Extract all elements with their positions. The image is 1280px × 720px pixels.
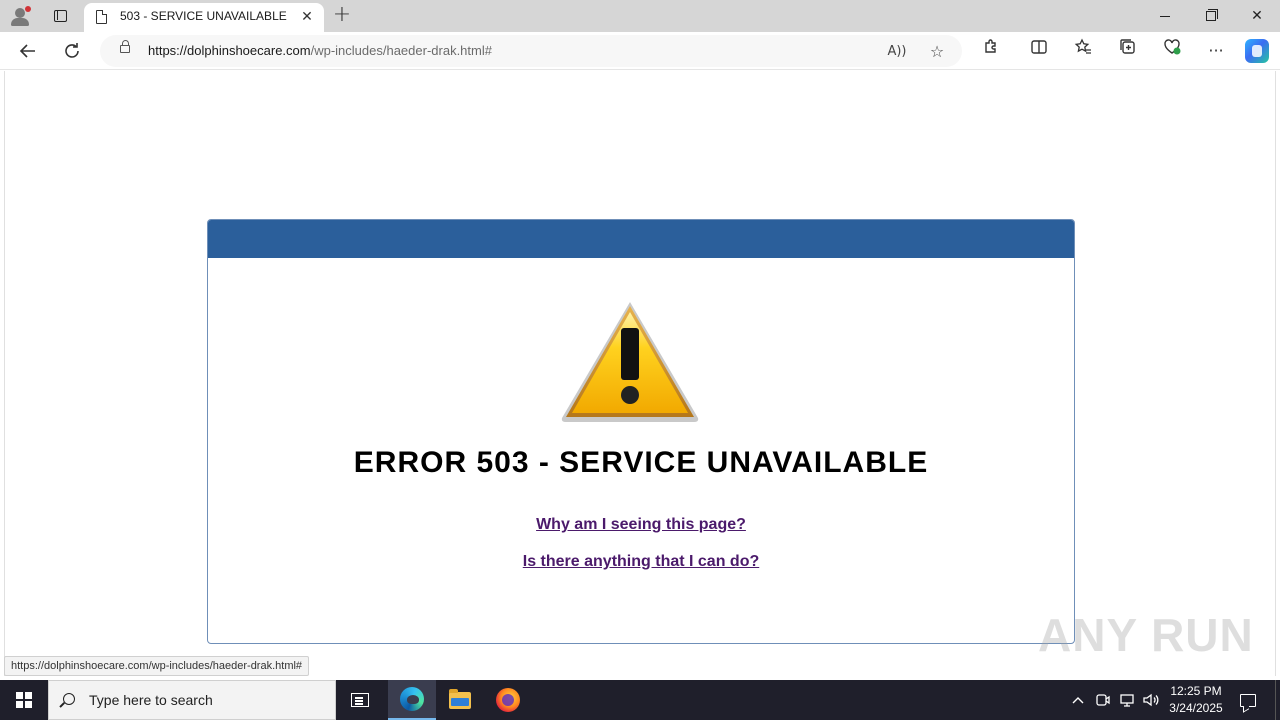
- taskbar: Type here to search 12:25 PM 3/24/2025: [0, 680, 1280, 720]
- restore-button[interactable]: [1188, 0, 1234, 32]
- anyrun-watermark: ANY RUN: [1038, 609, 1254, 661]
- tab-close-icon[interactable]: ✕: [298, 8, 316, 26]
- address-bar[interactable]: https://dolphinshoecare.com/wp-includes/…: [100, 35, 962, 67]
- error-panel-header: [208, 220, 1074, 258]
- warning-triangle-icon: [561, 302, 699, 422]
- notifications-icon: [1240, 693, 1256, 707]
- clock[interactable]: 12:25 PM 3/24/2025: [1164, 683, 1228, 717]
- restore-icon: [1206, 9, 1218, 21]
- meet-now-icon[interactable]: [1092, 680, 1114, 720]
- show-hidden-icons-icon[interactable]: [1068, 680, 1088, 720]
- tab-actions-icon[interactable]: [48, 4, 72, 28]
- tab-active[interactable]: 503 - SERVICE UNAVAILABLE ✕: [84, 3, 324, 32]
- what-can-do-link-row: Is there anything that I can do?: [208, 553, 1074, 571]
- back-button[interactable]: [14, 37, 42, 65]
- task-view-icon: [351, 693, 369, 707]
- show-desktop-button[interactable]: [1275, 680, 1280, 720]
- minimize-icon: [1160, 15, 1170, 17]
- what-can-do-link[interactable]: Is there anything that I can do?: [523, 553, 759, 570]
- page-viewport: ERROR 503 - SERVICE UNAVAILABLE Why am I…: [4, 71, 1276, 676]
- start-button[interactable]: [0, 680, 48, 720]
- tab-title: 503 - SERVICE UNAVAILABLE: [120, 9, 287, 23]
- profile-icon[interactable]: [6, 4, 34, 28]
- volume-icon[interactable]: [1140, 680, 1162, 720]
- close-icon: ✕: [1251, 8, 1263, 24]
- clock-date: 3/24/2025: [1169, 701, 1223, 715]
- task-view-button[interactable]: [336, 680, 384, 720]
- back-arrow-icon: [19, 44, 35, 58]
- network-icon[interactable]: [1116, 680, 1138, 720]
- favorite-star-icon[interactable]: ☆: [926, 41, 948, 63]
- error-title: ERROR 503 - SERVICE UNAVAILABLE: [353, 446, 929, 479]
- search-icon: [63, 693, 75, 705]
- notifications-button[interactable]: [1236, 680, 1260, 720]
- extensions-icon[interactable]: [978, 38, 1004, 64]
- collections-icon[interactable]: [1115, 38, 1141, 64]
- more-icon[interactable]: ···: [1203, 38, 1229, 64]
- favorites-icon[interactable]: [1070, 38, 1096, 64]
- why-seeing-link-row: Why am I seeing this page?: [208, 516, 1074, 534]
- new-tab-button[interactable]: +: [330, 4, 354, 28]
- firefox-icon: [496, 688, 520, 712]
- minimize-button[interactable]: [1142, 0, 1188, 32]
- edge-taskbar-button[interactable]: [388, 680, 436, 720]
- page-icon: [96, 10, 107, 24]
- firefox-button[interactable]: [484, 680, 532, 720]
- copilot-icon[interactable]: [1245, 39, 1269, 63]
- browser-essentials-icon[interactable]: [1159, 38, 1185, 64]
- read-aloud-icon[interactable]: A)): [886, 41, 908, 63]
- reload-button[interactable]: [58, 37, 86, 65]
- file-explorer-icon: [449, 688, 471, 709]
- navigation-bar: https://dolphinshoecare.com/wp-includes/…: [0, 32, 1280, 70]
- reload-icon: [65, 43, 79, 58]
- windows-logo-icon: [16, 692, 32, 708]
- status-bar-url: https://dolphinshoecare.com/wp-includes/…: [4, 656, 310, 676]
- edge-icon: [400, 687, 424, 711]
- tab-strip: 503 - SERVICE UNAVAILABLE ✕ + ✕: [0, 0, 1280, 32]
- url-text[interactable]: https://dolphinshoecare.com/wp-includes/…: [148, 43, 492, 58]
- clock-time: 12:25 PM: [1170, 684, 1222, 698]
- why-seeing-link[interactable]: Why am I seeing this page?: [536, 516, 746, 533]
- taskbar-search[interactable]: Type here to search: [48, 680, 336, 720]
- error-panel: ERROR 503 - SERVICE UNAVAILABLE Why am I…: [207, 219, 1075, 644]
- file-explorer-button[interactable]: [436, 680, 484, 720]
- search-placeholder: Type here to search: [89, 692, 213, 708]
- close-button[interactable]: ✕: [1234, 0, 1280, 32]
- split-screen-icon[interactable]: [1026, 38, 1052, 64]
- lock-icon[interactable]: [120, 40, 130, 53]
